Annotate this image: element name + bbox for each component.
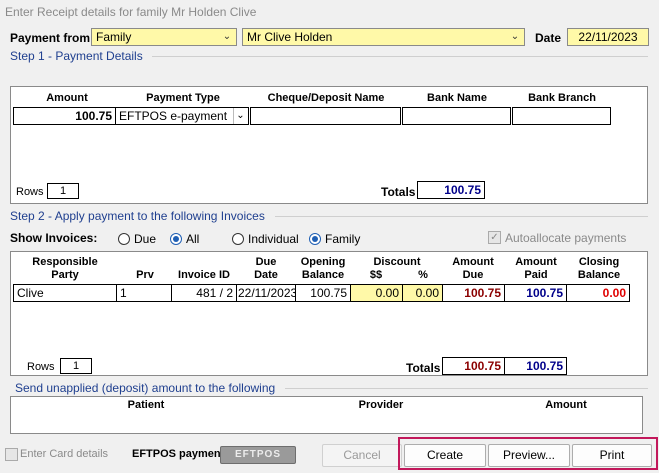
rows-count[interactable]: 1: [60, 358, 92, 374]
col-responsible-party: Responsible Party: [32, 256, 98, 281]
step1-title: Step 1 - Payment Details: [10, 49, 143, 63]
radio-due[interactable]: [118, 233, 130, 245]
cheque-name-input[interactable]: [250, 107, 401, 125]
totals-label: Totals: [381, 185, 416, 199]
step2-title: Step 2 - Apply payment to the following …: [10, 209, 265, 223]
show-invoices-label: Show Invoices:: [10, 231, 98, 245]
create-button[interactable]: Create: [404, 444, 486, 467]
invoice-prv-cell: 1: [116, 284, 172, 302]
amount-input[interactable]: 100.75: [13, 107, 116, 125]
cancel-button[interactable]: Cancel: [322, 444, 402, 467]
payment-from-type-value: Family: [96, 30, 132, 44]
autoallocate-label: Autoallocate payments: [505, 231, 627, 245]
bank-branch-input[interactable]: [512, 107, 611, 125]
col-cheque-name: Cheque/Deposit Name: [267, 92, 385, 104]
chevron-down-icon[interactable]: ⌄: [220, 29, 234, 45]
enter-card-label: Enter Card details: [20, 448, 109, 460]
step2-divider: [275, 216, 648, 217]
date-label: Date: [535, 31, 562, 45]
payment-from-name-value: Mr Clive Holden: [247, 30, 333, 44]
rows-label: Rows: [16, 186, 44, 198]
col-due-date: Due Date: [254, 256, 278, 281]
invoice-closing-balance-cell: 0.00: [566, 284, 630, 302]
chevron-down-icon[interactable]: ⌄: [233, 108, 247, 124]
radio-due-label: Due: [134, 232, 157, 246]
radio-family[interactable]: [309, 233, 321, 245]
preview-button[interactable]: Preview...: [488, 444, 570, 467]
rows-count[interactable]: 1: [47, 183, 79, 199]
col-discount-dollar: $$: [369, 269, 383, 281]
invoice-party-cell: Clive: [13, 284, 117, 302]
autoallocate-checkbox[interactable]: ✓: [488, 231, 501, 244]
radio-family-label: Family: [325, 232, 361, 246]
invoice-opening-balance-cell: 100.75: [295, 284, 351, 302]
eftpos-logo-text: EFTPOS: [234, 449, 281, 460]
totals-amount-due: 100.75: [442, 357, 505, 375]
col-provider: Provider: [358, 399, 404, 411]
eftpos-logo[interactable]: EFTPOS: [220, 446, 296, 464]
col-payment-type: Payment Type: [146, 92, 220, 104]
unapplied-panel: Patient Provider Amount: [10, 396, 643, 434]
bank-name-input[interactable]: [402, 107, 511, 125]
invoice-due-date-cell: 22/11/2023: [236, 284, 296, 302]
col-amount: Amount: [545, 399, 587, 411]
radio-all[interactable]: [170, 233, 182, 245]
unapplied-title: Send unapplied (deposit) amount to the f…: [15, 381, 276, 395]
step1-divider: [152, 56, 648, 57]
col-closing-balance: Closing Balance: [577, 256, 621, 281]
window-title: Enter Receipt details for family Mr Hold…: [5, 5, 257, 19]
payment-from-label: Payment from: [10, 31, 91, 45]
radio-individual[interactable]: [232, 233, 244, 245]
invoices-panel: Responsible Party Prv Invoice ID Due Dat…: [10, 251, 648, 376]
invoice-amount-paid-input[interactable]: 100.75: [504, 284, 567, 302]
col-discount: Discount: [373, 256, 421, 268]
unapplied-divider: [285, 388, 648, 389]
payment-from-type-select[interactable]: Family ⌄: [91, 28, 237, 46]
totals-amount: 100.75: [417, 181, 485, 199]
payment-type-select[interactable]: EFTPOS e-payment ⌄: [115, 107, 249, 125]
totals-amount-paid: 100.75: [504, 357, 567, 375]
print-button[interactable]: Print: [572, 444, 652, 467]
enter-card-checkbox[interactable]: [5, 448, 18, 461]
col-opening-balance: Opening Balance: [300, 256, 346, 281]
col-discount-pct: %: [418, 269, 428, 281]
radio-individual-label: Individual: [248, 232, 299, 246]
payment-type-value: EFTPOS e-payment: [119, 109, 228, 123]
radio-all-label: All: [186, 232, 200, 246]
invoice-amount-due-cell: 100.75: [442, 284, 505, 302]
col-bank-branch: Bank Branch: [528, 92, 596, 104]
totals-label: Totals: [406, 361, 441, 375]
discount-pct-input[interactable]: 0.00: [402, 284, 443, 302]
col-amount: Amount: [46, 92, 88, 104]
date-field[interactable]: 22/11/2023: [567, 28, 649, 46]
chevron-down-icon[interactable]: ⌄: [508, 29, 522, 45]
discount-dollar-input[interactable]: 0.00: [350, 284, 403, 302]
col-bank-name: Bank Name: [427, 92, 487, 104]
col-patient: Patient: [127, 399, 165, 411]
col-prv: Prv: [136, 269, 154, 281]
col-amount-paid: Amount Paid: [515, 256, 557, 281]
rows-label: Rows: [27, 361, 55, 373]
col-invoice-id: Invoice ID: [178, 269, 230, 281]
payment-from-name-select[interactable]: Mr Clive Holden ⌄: [242, 28, 525, 46]
payment-details-panel: Amount Payment Type Cheque/Deposit Name …: [10, 86, 648, 204]
eftpos-payment-label: EFTPOS payment: [132, 448, 225, 460]
col-amount-due: Amount Due: [452, 256, 494, 281]
invoice-id-cell: 481 / 2: [171, 284, 237, 302]
